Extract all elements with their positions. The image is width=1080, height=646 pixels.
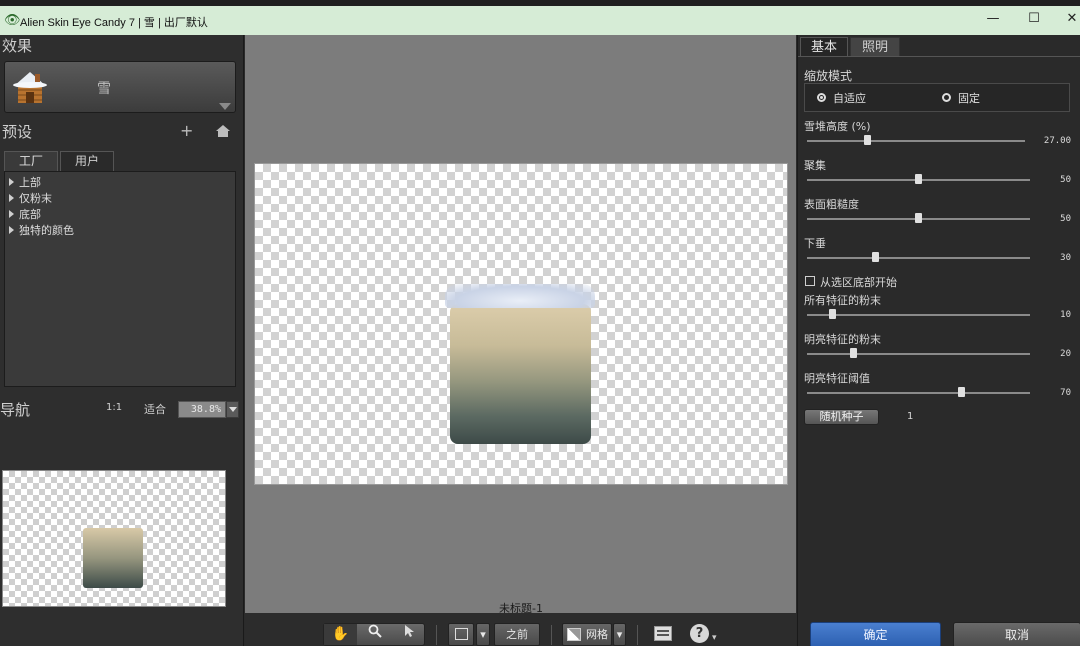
checker-icon bbox=[567, 628, 581, 641]
maximize-button[interactable]: ☐ bbox=[1024, 11, 1044, 26]
add-preset-icon[interactable]: + bbox=[180, 121, 193, 140]
slider-track[interactable] bbox=[807, 353, 1030, 355]
expand-triangle-icon bbox=[9, 226, 14, 234]
slider-track[interactable] bbox=[807, 392, 1030, 394]
slider-value[interactable]: 70 bbox=[1031, 388, 1071, 398]
grid-button[interactable]: 网格 bbox=[562, 623, 612, 646]
help-icon[interactable]: ? bbox=[690, 624, 709, 643]
before-button[interactable]: 之前 bbox=[494, 623, 540, 646]
tab-user[interactable]: 用户 bbox=[60, 151, 114, 171]
panel-layout-icon[interactable] bbox=[654, 626, 672, 641]
preview-canvas[interactable] bbox=[254, 163, 788, 485]
expand-triangle-icon bbox=[9, 194, 14, 202]
radio-adaptive-label[interactable]: 自适应 bbox=[833, 90, 866, 106]
preset-item-powder-only[interactable]: 仅粉末 bbox=[9, 190, 52, 206]
grid-dropdown-icon[interactable]: ▾ bbox=[613, 623, 626, 646]
snow-cap bbox=[445, 284, 595, 308]
tool-group: ✋ bbox=[323, 623, 425, 646]
slider-label: 所有特征的粉末 bbox=[804, 294, 881, 307]
tab-divider bbox=[798, 56, 1080, 57]
expand-triangle-icon bbox=[9, 210, 14, 218]
slider-label: 表面粗糙度 bbox=[804, 198, 859, 211]
bottom-toolbar: ✋ ▾ 之前 网格 ▾ ? ▾ bbox=[245, 613, 796, 646]
effect-section-label: 效果 bbox=[2, 37, 33, 55]
expand-triangle-icon bbox=[9, 178, 14, 186]
zoom-level-field[interactable]: 38.8% bbox=[178, 401, 226, 418]
slider-value[interactable]: 30 bbox=[1031, 253, 1071, 263]
tab-lighting[interactable]: 照明 bbox=[850, 37, 900, 57]
eye-candy-window: 👁 Alien Skin Eye Candy 7 | 雪 | 出厂默认 — ☐ … bbox=[0, 0, 1080, 646]
radio-fixed-label[interactable]: 固定 bbox=[958, 90, 980, 106]
slider-value[interactable]: 10 bbox=[1031, 310, 1071, 320]
slider-thumb[interactable] bbox=[871, 252, 879, 262]
preset-list: 上部 仅粉末 底部 独特的颜色 bbox=[4, 171, 236, 387]
preset-item-top[interactable]: 上部 bbox=[9, 174, 41, 190]
slider-thumb[interactable] bbox=[915, 213, 922, 223]
view-mode-button[interactable] bbox=[448, 623, 474, 646]
toolbar-separator bbox=[436, 625, 437, 645]
slider-label: 明亮特征阈值 bbox=[804, 372, 870, 385]
slider-track[interactable] bbox=[807, 314, 1030, 316]
chevron-down-icon[interactable] bbox=[219, 103, 231, 110]
preset-section-label: 预设 bbox=[2, 123, 33, 141]
zoom-dropdown-icon[interactable] bbox=[226, 401, 239, 418]
slider-thumb[interactable] bbox=[850, 348, 858, 358]
zoom-fit-button[interactable]: 适合 bbox=[144, 401, 166, 417]
tab-basic[interactable]: 基本 bbox=[800, 37, 848, 57]
slider-label: 下垂 bbox=[804, 237, 826, 250]
view-mode-dropdown-icon[interactable]: ▾ bbox=[476, 623, 490, 646]
snow-house-icon bbox=[13, 72, 47, 103]
right-panel: 基本 照明 缩放模式 自适应 固定 雪堆高度 (%) 27.00 聚集 50 表面粗糙度… bbox=[797, 35, 1080, 646]
slider-track[interactable] bbox=[807, 140, 1025, 142]
minimize-button[interactable]: — bbox=[983, 11, 1003, 26]
eye-icon: 👁 bbox=[4, 13, 21, 28]
pointer-tool-icon[interactable] bbox=[392, 624, 425, 645]
random-seed-value: 1 bbox=[907, 411, 914, 422]
navigator-label: 导航 bbox=[0, 401, 31, 419]
left-panel: 效果 雪 预设 + 工厂 用户 上部 仅粉末 底部 独特的颜色 导航 1:1 适… bbox=[0, 35, 244, 646]
close-button[interactable]: ✕ bbox=[1062, 11, 1080, 26]
single-view-icon bbox=[454, 628, 468, 640]
home-icon[interactable] bbox=[215, 124, 231, 138]
slider-thumb[interactable] bbox=[828, 309, 836, 319]
navigator-preview[interactable] bbox=[2, 470, 226, 607]
zoom-tool-icon[interactable] bbox=[358, 624, 391, 645]
tab-factory[interactable]: 工厂 bbox=[4, 151, 58, 171]
slider-thumb[interactable] bbox=[915, 174, 922, 184]
hand-tool-icon[interactable]: ✋ bbox=[324, 624, 357, 645]
zoom-1to1-button[interactable]: 1:1 bbox=[106, 402, 122, 413]
preset-item-unique-colors[interactable]: 独特的颜色 bbox=[9, 222, 74, 238]
slider-value[interactable]: 50 bbox=[1031, 214, 1071, 224]
effect-name: 雪 bbox=[97, 81, 111, 97]
preset-item-bottom[interactable]: 底部 bbox=[9, 206, 41, 222]
toolbar-separator bbox=[551, 625, 552, 645]
random-seed-button[interactable]: 随机种子 bbox=[804, 409, 879, 425]
ok-button[interactable]: 确定 bbox=[810, 622, 941, 646]
slider-track[interactable] bbox=[807, 257, 1030, 259]
radio-adaptive[interactable] bbox=[817, 93, 826, 102]
toolbar-separator bbox=[637, 625, 638, 645]
effect-selector[interactable]: 雪 bbox=[4, 61, 236, 113]
help-dropdown-icon[interactable]: ▾ bbox=[712, 633, 717, 643]
slider-label: 明亮特征的粉末 bbox=[804, 333, 881, 346]
slider-value[interactable]: 50 bbox=[1031, 175, 1071, 185]
slider-value[interactable]: 27.00 bbox=[1031, 136, 1071, 146]
slider-value[interactable]: 20 bbox=[1031, 349, 1071, 359]
preview-area[interactable]: 未标题-1 bbox=[245, 35, 796, 615]
snow-effect-preview bbox=[450, 304, 591, 444]
slider-thumb[interactable] bbox=[958, 387, 966, 397]
slider-thumb[interactable] bbox=[863, 135, 871, 145]
zoom-mode-group: 自适应 固定 bbox=[804, 83, 1070, 112]
radio-fixed[interactable] bbox=[942, 93, 951, 102]
cancel-button[interactable]: 取消 bbox=[953, 622, 1080, 646]
zoom-mode-label: 缩放模式 bbox=[804, 69, 853, 83]
slider-label: 雪堆高度 (%) bbox=[804, 120, 871, 133]
start-from-selection-bottom-label: 从选区底部开始 bbox=[820, 276, 897, 289]
title-bar: 👁 Alien Skin Eye Candy 7 | 雪 | 出厂默认 — ☐ … bbox=[0, 0, 1080, 35]
navigator-thumbnail bbox=[83, 528, 143, 588]
start-from-selection-bottom-checkbox[interactable] bbox=[805, 276, 815, 286]
window-title: Alien Skin Eye Candy 7 | 雪 | 出厂默认 bbox=[20, 17, 208, 29]
slider-label: 聚集 bbox=[804, 159, 826, 172]
